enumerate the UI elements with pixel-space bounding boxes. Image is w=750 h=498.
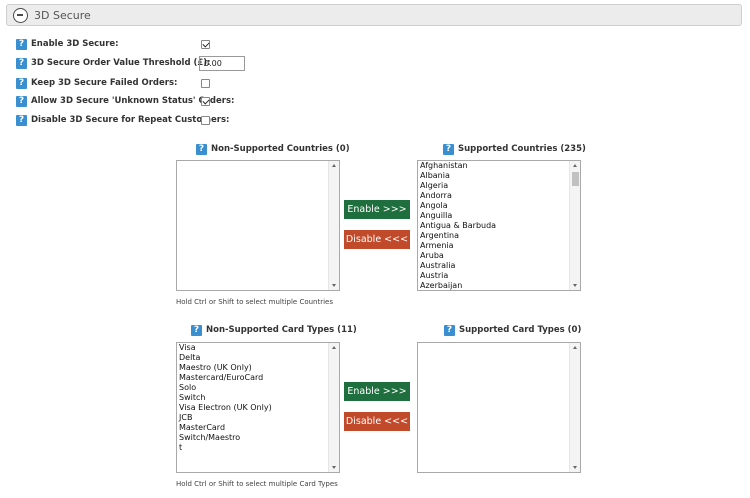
non-supported-card-types-items[interactable]: Visa Delta Maestro (UK Only) Mastercard/Eur…	[178, 343, 328, 453]
list-item[interactable]: Afghanistan	[419, 161, 569, 171]
scroll-thumb[interactable]	[572, 172, 579, 186]
list-item[interactable]: t	[178, 443, 328, 453]
scrollbar[interactable]	[328, 161, 339, 290]
help-icon[interactable]: ?	[16, 57, 27, 69]
enable-countries-button[interactable]: Enable >>>	[344, 200, 410, 219]
help-icon[interactable]: ?	[444, 324, 455, 336]
list-item[interactable]: Visa Electron (UK Only)	[178, 403, 328, 413]
allow-unknown-checkbox[interactable]	[201, 97, 210, 106]
keep-failed-checkbox[interactable]	[201, 79, 210, 88]
disable-card-types-button[interactable]: Disable <<<	[344, 412, 410, 431]
keep-failed-label: Keep 3D Secure Failed Orders:	[31, 78, 178, 88]
scroll-down-icon[interactable]	[573, 466, 577, 469]
setting-keep-failed: ? Keep 3D Secure Failed Orders:	[16, 75, 177, 91]
help-icon[interactable]: ?	[191, 324, 202, 336]
list-item[interactable]: Andorra	[419, 191, 569, 201]
list-item[interactable]: JCB	[178, 413, 328, 423]
supported-countries-heading: ? Supported Countries (235)	[443, 142, 586, 156]
list-item[interactable]: Mastercard/EuroCard	[178, 373, 328, 383]
list-item[interactable]: Algeria	[419, 181, 569, 191]
list-item[interactable]: Albania	[419, 171, 569, 181]
scroll-down-icon[interactable]	[332, 466, 336, 469]
help-icon[interactable]: ?	[16, 38, 27, 50]
help-icon[interactable]: ?	[443, 143, 454, 155]
help-icon[interactable]: ?	[16, 114, 27, 126]
countries-hint: Hold Ctrl or Shift to select multiple Co…	[176, 298, 334, 306]
setting-threshold: ? 3D Secure Order Value Threshold (£):	[16, 55, 211, 71]
non-supported-card-types-list[interactable]: Visa Delta Maestro (UK Only) Mastercard/Eur…	[176, 342, 340, 473]
list-item[interactable]: MasterCard	[178, 423, 328, 433]
non-supported-countries-heading: ? Non-Supported Countries (0)	[196, 142, 350, 156]
list-item[interactable]: Antigua & Barbuda	[419, 221, 569, 231]
help-icon[interactable]: ?	[16, 77, 27, 89]
setting-disable-repeat: ? Disable 3D Secure for Repeat Customers…	[16, 112, 229, 128]
list-item[interactable]: Aruba	[419, 251, 569, 261]
list-item[interactable]: Switch	[178, 393, 328, 403]
panel-header-3d-secure[interactable]: 3D Secure	[6, 4, 742, 26]
list-item[interactable]: Australia	[419, 261, 569, 271]
disable-repeat-label: Disable 3D Secure for Repeat Customers:	[31, 115, 230, 125]
minus-circle-icon[interactable]	[13, 7, 28, 23]
enable-3d-secure-label: Enable 3D Secure:	[31, 39, 119, 49]
disable-repeat-checkbox[interactable]	[201, 116, 210, 125]
non-supported-countries-list[interactable]	[176, 160, 340, 291]
list-item[interactable]: Switch/Maestro	[178, 433, 328, 443]
supported-countries-items[interactable]: Afghanistan Albania Algeria Andorra Angola An…	[419, 161, 569, 290]
list-item[interactable]: Maestro (UK Only)	[178, 363, 328, 373]
supported-countries-list[interactable]: Afghanistan Albania Algeria Andorra Angola An…	[417, 160, 581, 291]
scroll-up-icon[interactable]	[332, 346, 336, 349]
scrollbar[interactable]	[569, 161, 580, 290]
panel-title: 3D Secure	[34, 8, 91, 22]
list-item[interactable]: Argentina	[419, 231, 569, 241]
scrollbar[interactable]	[569, 343, 580, 472]
enable-3d-secure-checkbox[interactable]	[201, 40, 210, 49]
supported-card-types-heading: ? Supported Card Types (0)	[444, 323, 581, 337]
card-types-hint: Hold Ctrl or Shift to select multiple Ca…	[176, 480, 338, 488]
list-item[interactable]: Visa	[178, 343, 328, 353]
list-item[interactable]: Anguilla	[419, 211, 569, 221]
scroll-down-icon[interactable]	[573, 284, 577, 287]
list-item[interactable]: Azerbaijan	[419, 281, 569, 290]
list-item[interactable]: Solo	[178, 383, 328, 393]
list-item[interactable]: Delta	[178, 353, 328, 363]
disable-countries-button[interactable]: Disable <<<	[344, 230, 410, 249]
scrollbar[interactable]	[328, 343, 339, 472]
help-icon[interactable]: ?	[16, 95, 27, 107]
scroll-up-icon[interactable]	[573, 164, 577, 167]
threshold-label: 3D Secure Order Value Threshold (£):	[31, 58, 211, 68]
scroll-down-icon[interactable]	[332, 284, 336, 287]
threshold-input[interactable]: 0.00	[199, 56, 245, 71]
list-item[interactable]: Angola	[419, 201, 569, 211]
scroll-up-icon[interactable]	[332, 164, 336, 167]
supported-card-types-list[interactable]	[417, 342, 581, 473]
non-supported-card-types-heading: ? Non-Supported Card Types (11)	[191, 323, 357, 337]
enable-card-types-button[interactable]: Enable >>>	[344, 382, 410, 401]
scroll-up-icon[interactable]	[573, 346, 577, 349]
list-item[interactable]: Austria	[419, 271, 569, 281]
help-icon[interactable]: ?	[196, 143, 207, 155]
list-item[interactable]: Armenia	[419, 241, 569, 251]
setting-enable-3d-secure: ? Enable 3D Secure:	[16, 36, 119, 52]
